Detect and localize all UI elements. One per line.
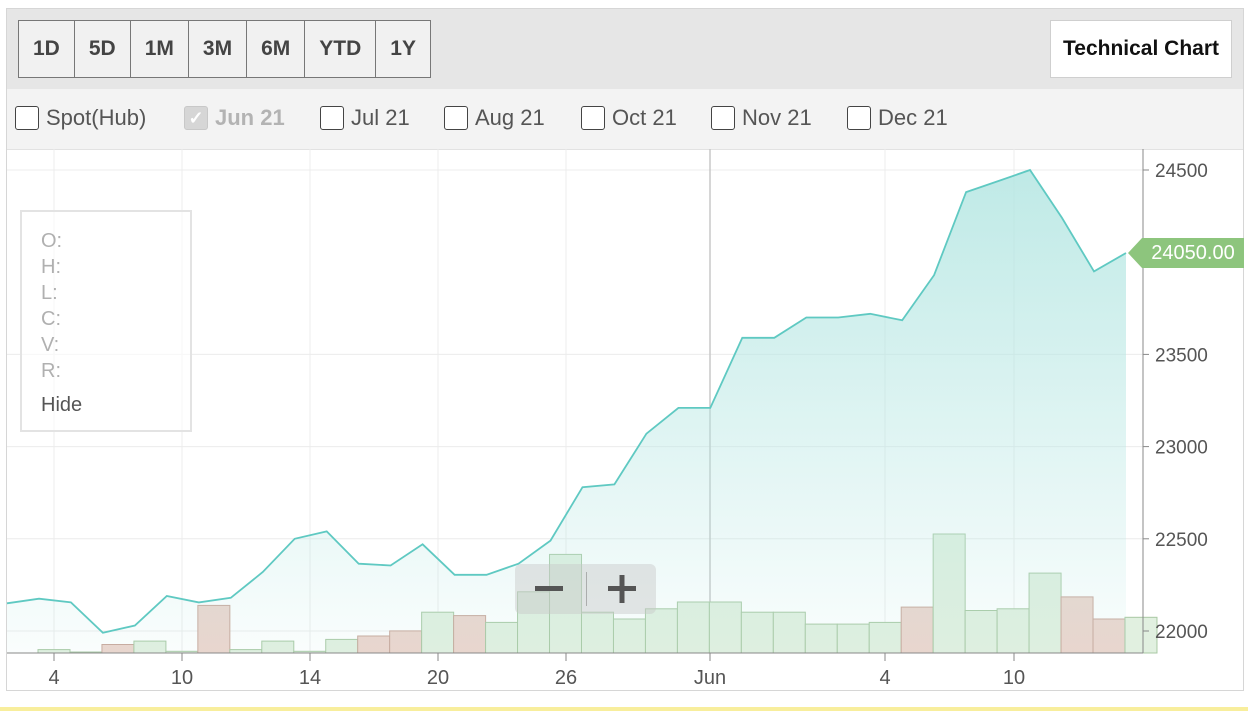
zoom-in-button[interactable] [588, 564, 656, 614]
price-tag-arrow [1128, 238, 1142, 268]
ohlc-open-label: O: [41, 230, 63, 252]
x-tick-label: 10 [1003, 667, 1025, 689]
x-tick-label: 4 [48, 667, 59, 689]
y-tick-label: 24500 [1155, 161, 1208, 182]
zoom-separator [586, 572, 587, 606]
ohlc-panel: O: H: L: C: V: R: Hide [20, 210, 192, 432]
x-tick-label: 14 [299, 667, 321, 689]
x-tick-label: 20 [427, 667, 449, 689]
y-tick-label: 22000 [1155, 622, 1208, 643]
ohlc-hide-link[interactable]: Hide [41, 392, 190, 418]
x-tick-label: Jun [694, 667, 726, 689]
ohlc-volume-label: V: [41, 334, 60, 356]
ohlc-high-label: H: [41, 256, 61, 278]
x-tick-label: 26 [555, 667, 577, 689]
y-tick-label: 22500 [1155, 530, 1208, 551]
bottom-highlight-bar [0, 707, 1248, 711]
last-price-tag: 24050.00 [1128, 238, 1244, 268]
y-tick-label: 23000 [1155, 438, 1208, 459]
x-tick-label: 10 [171, 667, 193, 689]
plus-icon [608, 575, 636, 603]
ohlc-low-label: L: [41, 282, 58, 304]
minus-icon [535, 586, 563, 591]
volume-bar [1124, 616, 1158, 654]
zoom-out-button[interactable] [515, 564, 583, 614]
x-tick-label: 4 [879, 667, 890, 689]
ohlc-range-label: R: [41, 360, 61, 382]
y-tick-label: 23500 [1155, 345, 1208, 366]
zoom-control [515, 564, 656, 614]
ohlc-close-label: C: [41, 308, 61, 330]
last-price-value: 24050.00 [1142, 238, 1244, 268]
